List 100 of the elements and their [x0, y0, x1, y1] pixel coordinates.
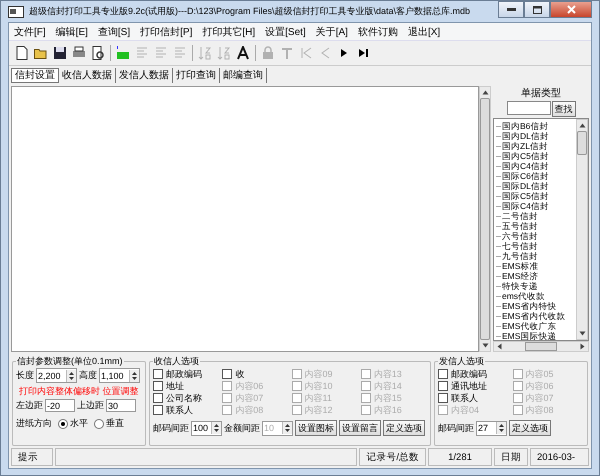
scroll-up-icon[interactable] — [482, 89, 488, 96]
scroll-thumb[interactable] — [577, 131, 587, 155]
menu-item[interactable]: 查询[S] — [92, 24, 136, 38]
color-icon[interactable] — [116, 46, 130, 60]
scroll-right-icon[interactable] — [579, 343, 586, 350]
menu-item[interactable]: 打印其它[H] — [197, 24, 260, 38]
scroll-thumb[interactable] — [525, 342, 557, 351]
record-label: 记录号/总数 — [359, 448, 426, 466]
tab[interactable]: 打印查询 — [173, 68, 220, 83]
zip-spacing-label: 邮码间距 — [438, 422, 474, 434]
tree-item[interactable]: EMS国际快递 — [502, 331, 556, 340]
left-margin-field[interactable]: -20 — [45, 399, 75, 412]
search-field[interactable] — [506, 101, 550, 115]
zip-spacing-spinner[interactable]: 27 — [476, 420, 507, 436]
group-title: 信封参数调整(单位0.1mm) — [16, 355, 124, 368]
group-title: 收信人选项 — [153, 355, 200, 368]
tree-item[interactable]: 国内B6信封 — [502, 121, 548, 131]
option-button[interactable]: 设置留言 — [339, 420, 381, 436]
checkbox[interactable]: 联系人 — [153, 404, 220, 416]
printer-icon[interactable] — [72, 46, 86, 60]
tree-item[interactable]: 国内ZL信封 — [502, 141, 548, 151]
checkbox[interactable]: 收 — [222, 368, 288, 380]
zip-spacing-spinner[interactable]: 100 — [191, 420, 222, 436]
group-title: 发信人选项 — [438, 355, 485, 368]
tree-item[interactable]: ems代收款 — [502, 291, 546, 301]
last-icon[interactable] — [356, 46, 370, 60]
checkbox[interactable]: 联系人 — [438, 392, 510, 404]
height-spinner[interactable]: 1,100 — [99, 368, 140, 383]
menu-item[interactable]: 编辑[E] — [50, 24, 93, 38]
option-button[interactable]: 定义选项 — [383, 420, 425, 436]
left-margin-label: 左边距 — [16, 399, 43, 412]
close-button[interactable] — [550, 1, 592, 18]
menu-item[interactable]: 软件订购 — [352, 24, 403, 38]
tab[interactable]: 发信人数据 — [116, 68, 173, 83]
spin-arrows-icon[interactable] — [129, 370, 139, 382]
tab[interactable]: 收信人数据 — [59, 68, 116, 83]
new-file-icon[interactable] — [15, 46, 29, 60]
tree-item[interactable]: 五号信封 — [502, 221, 538, 231]
tree-item[interactable]: 国际C5信封 — [502, 191, 549, 201]
tree-item[interactable]: 国内DL信封 — [502, 131, 549, 141]
save-icon[interactable] — [53, 46, 67, 60]
checkbox[interactable]: 邮政编码 — [153, 368, 220, 380]
tree-item[interactable]: 九号信封 — [502, 251, 538, 261]
tree-item[interactable]: 国际C6信封 — [502, 171, 549, 181]
length-label: 长度 — [16, 369, 34, 382]
checkbox[interactable]: 地址 — [153, 380, 220, 392]
tree-item[interactable]: EMS经济 — [502, 271, 538, 281]
envelope-icon — [8, 6, 24, 18]
folder-icon[interactable] — [34, 46, 48, 60]
tree-item[interactable]: EMS代收广东 — [502, 321, 556, 331]
date-label: 日期 — [494, 448, 528, 466]
scroll-down-icon[interactable] — [482, 342, 488, 349]
font-icon[interactable] — [236, 46, 250, 60]
minimize-button[interactable] — [498, 1, 524, 18]
top-margin-label: 上边距 — [77, 399, 104, 412]
tree-item[interactable]: EMS省内特快 — [502, 301, 556, 311]
menu-item[interactable]: 打印信封[P] — [135, 24, 198, 38]
menu-item[interactable]: 关于[A] — [310, 24, 353, 38]
print-preview-icon[interactable] — [91, 46, 105, 60]
scrollbar[interactable] — [576, 119, 588, 340]
menu-item[interactable]: 退出[X] — [402, 24, 446, 38]
scroll-thumb[interactable] — [480, 98, 490, 340]
checkbox[interactable]: 通讯地址 — [438, 380, 510, 392]
spin-arrows-icon[interactable] — [211, 422, 221, 434]
scrollbar[interactable] — [479, 86, 491, 352]
tab[interactable]: 信封设置 — [11, 68, 59, 83]
top-margin-field[interactable]: 30 — [106, 399, 136, 412]
tree-item[interactable]: 特快专递 — [502, 281, 538, 291]
maximize-button[interactable] — [524, 1, 550, 18]
close-icon — [566, 5, 576, 14]
offset-notice: 打印内容整体偏移时 位置调整 — [19, 385, 139, 397]
tree-item[interactable]: 国内C4信封 — [502, 161, 549, 171]
define-options-button[interactable]: 定义选项 — [509, 420, 551, 436]
tree-item[interactable]: 二号信封 — [502, 211, 538, 221]
minimize-icon — [506, 8, 516, 11]
radio-button[interactable]: 水平 — [58, 417, 88, 430]
checkbox[interactable]: 邮政编码 — [438, 368, 510, 380]
option-button[interactable]: 设置图标 — [295, 420, 337, 436]
spin-arrows-icon[interactable] — [496, 422, 506, 434]
radio-button[interactable]: 垂直 — [94, 417, 124, 430]
scroll-up-icon[interactable] — [578, 122, 586, 129]
menu-item[interactable]: 文件[F] — [9, 24, 51, 38]
record-count: 1/281 — [428, 448, 492, 466]
scrollbar[interactable] — [493, 341, 589, 352]
zip-spacing-label: 邮码间距 — [153, 422, 189, 434]
scroll-left-icon[interactable] — [496, 343, 503, 350]
tree-item[interactable]: 六号信封 — [502, 231, 538, 241]
search-button[interactable]: 查找 — [552, 101, 576, 117]
menu-item[interactable]: 设置[Set] — [260, 24, 311, 38]
spin-arrows-icon[interactable] — [66, 370, 76, 382]
length-spinner[interactable]: 2,200 — [36, 368, 77, 383]
checkbox[interactable]: 公司名称 — [153, 392, 220, 404]
tree-item[interactable]: 国际C4信封 — [502, 201, 549, 211]
tree-item[interactable]: EMS标准 — [502, 261, 538, 271]
tree-item[interactable]: 国际DL信封 — [502, 181, 549, 191]
tree-item[interactable]: 七号信封 — [502, 241, 538, 251]
scroll-down-icon[interactable] — [578, 330, 586, 337]
tree-item[interactable]: EMS省内代收款 — [502, 311, 566, 321]
tab[interactable]: 邮编查询 — [220, 68, 267, 83]
tree-item[interactable]: 国内C5信封 — [502, 151, 549, 161]
